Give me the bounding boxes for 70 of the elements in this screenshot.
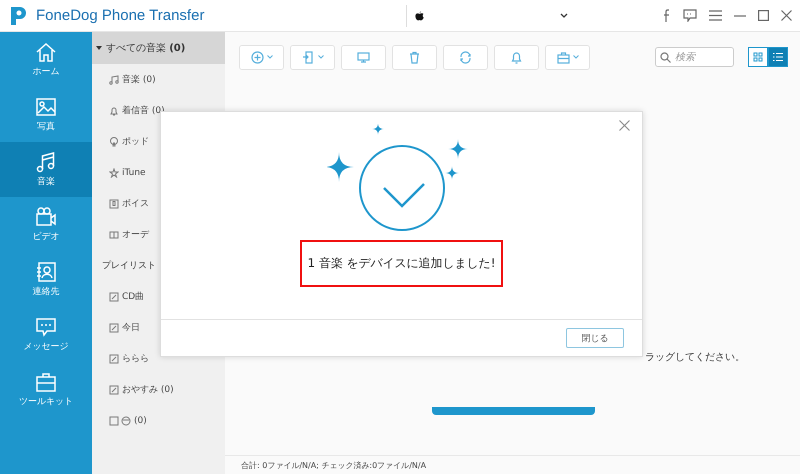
bell-icon [510,50,523,64]
home-icon [35,41,57,63]
playlist-item[interactable]: 今日 [92,312,225,343]
music-note-icon [109,74,119,84]
emoji-icon [109,416,131,426]
grid-view-button[interactable] [748,47,768,67]
chat-icon[interactable] [683,9,697,22]
search-input[interactable]: 検索 [675,52,725,62]
bell-icon [109,106,119,116]
category-item[interactable]: ボイス [92,188,225,219]
search-icon [660,52,671,62]
toolkit-icon [35,371,57,393]
facebook-icon[interactable] [663,8,671,22]
toolbar-button[interactable] [494,44,539,70]
podcast-icon [109,136,119,146]
toolbar-button[interactable] [443,44,488,70]
drop-hint-text: ラッグしてください。 [645,351,745,364]
playlist-item[interactable]: ららら [92,343,225,374]
trash-icon [408,50,421,64]
menu-icon[interactable] [709,10,722,21]
video-icon [35,206,57,228]
playlist-icon [109,292,119,302]
category-item[interactable]: 音楽 (0) [92,64,225,95]
contact-icon [35,261,57,283]
category-header[interactable]: すべての音楽 (0) [92,32,225,64]
success-message: 1 音楽 をデバイスに追加しました! [300,240,503,287]
caret-icon [572,55,578,59]
search-field[interactable]: 検索 [655,47,734,67]
playlist-icon [109,384,119,394]
toolbar-button[interactable] [341,44,386,70]
book-icon [109,230,119,240]
toolbar-button[interactable] [545,44,590,70]
window-title: FoneDog Phone Transfer [36,7,204,24]
playlist-icon [109,322,119,332]
list-view-button[interactable] [768,47,788,67]
toolbar-button[interactable] [392,44,437,70]
playlist-icon [109,354,119,364]
close-button[interactable]: 閉じる [566,328,624,348]
playlist-item[interactable]: CD曲 [92,281,225,312]
close-icon[interactable] [619,120,630,131]
star-icon [109,168,119,178]
caret-icon [266,55,272,59]
apple-icon [415,10,424,20]
music-icon [35,151,57,173]
export-icon [302,50,314,64]
list-icon [773,52,783,62]
status-bar: 合計: 0ファイル/N/A; チェック済み:0ファイル/N/A [225,455,800,474]
toolbox-icon [556,50,570,64]
toolbar-button[interactable] [290,44,335,70]
minimize-icon[interactable] [734,14,746,16]
grid-icon [753,52,763,62]
computer-icon [357,50,370,64]
message-icon [35,316,57,338]
logo-icon [8,4,28,26]
category-item[interactable]: ポッド [92,126,225,157]
toolbar-button[interactable] [239,44,284,70]
caret-icon [318,55,324,59]
playlist-item[interactable]: おやすみ (0) [92,374,225,405]
playlist-item[interactable]: (0) [92,405,225,436]
microphone-icon [109,198,119,208]
category-item[interactable]: iTune [92,157,225,188]
nav-item[interactable]: 音楽 [0,142,92,197]
close-icon[interactable] [781,10,792,21]
chevron-down-icon [560,13,568,18]
playlist-header: プレイリスト [101,259,157,273]
add-icon [250,50,264,64]
photo-icon [35,96,57,118]
sync-icon [459,50,472,64]
category-item[interactable]: オーデ [92,219,225,250]
maximize-icon[interactable] [758,10,769,21]
